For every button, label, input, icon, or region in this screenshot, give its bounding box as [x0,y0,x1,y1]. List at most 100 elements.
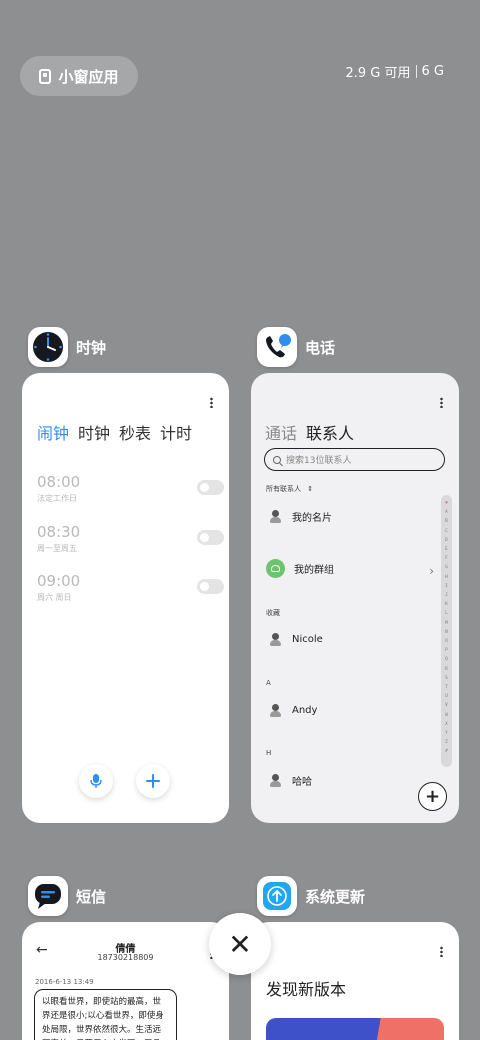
section-header: 收藏 [266,609,280,617]
tab-clock[interactable]: 时钟 [78,420,110,444]
index-letter[interactable]: O [445,636,447,645]
list-item[interactable]: 我的名片 [268,509,332,524]
clock-app-name: 时钟 [76,338,107,357]
index-letter[interactable]: X [445,719,447,728]
clock-card[interactable]: 闹钟 时钟 秒表 计时 08:00 法定工作日 08:30 周一至周五 09:0… [22,373,229,823]
index-letter[interactable]: A [445,507,447,516]
index-letter[interactable]: L [445,608,447,617]
tab-timer[interactable]: 计时 [160,420,192,444]
sms-app-name: 短信 [76,887,107,906]
memory-indicator: 2.9 G 可用 6 G [346,62,445,81]
clock-tabs: 闹钟 时钟 秒表 计时 [37,420,192,444]
search-icon [273,455,281,464]
alarm-time: 08:30 [37,523,81,541]
index-letter[interactable]: ♥ [445,498,447,507]
alarm-item[interactable]: 09:00 周六 周日 [37,572,224,603]
list-item[interactable]: Andy [268,703,317,718]
more-icon[interactable] [440,397,443,408]
add-contact-button[interactable]: + [418,782,447,811]
alarm-time: 08:00 [37,473,81,491]
phone-app-header[interactable]: 电话 [257,327,335,367]
index-letter[interactable]: J [445,590,447,599]
sms-card[interactable]: ← 倩倩 18730218809 2016-6-13 13:49 以眼看世界，即… [22,922,229,1040]
phone-card[interactable]: 通话 联系人 搜索13位联系人 所有联系人 ⇕ 我的名片 我的群组 › 收藏 N… [251,373,459,823]
section-header: H [266,749,272,757]
alarm-repeat: 周六 周日 [37,593,72,602]
tab-calls[interactable]: 通话 [265,420,297,444]
index-letter[interactable]: E [445,544,447,553]
index-letter[interactable]: I [445,581,447,590]
tab-stopwatch[interactable]: 秒表 [119,420,151,444]
index-letter[interactable]: R [445,664,447,673]
tab-contacts[interactable]: 联系人 [306,420,354,444]
alarm-repeat: 法定工作日 [37,494,77,503]
plus-icon: + [424,786,441,807]
index-letter[interactable]: C [445,526,447,535]
alarm-toggle[interactable] [197,579,224,594]
index-letter[interactable]: H [445,572,447,581]
avatar [268,632,283,647]
close-all-button[interactable]: ✕ [209,913,271,975]
alarm-toggle[interactable] [197,530,224,545]
alarm-item[interactable]: 08:30 周一至周五 [37,523,224,554]
conversation-contact-number: 18730218809 [97,953,154,962]
index-letter[interactable]: T [445,682,447,691]
index-letter[interactable]: N [445,627,447,636]
updater-app-header[interactable]: 系统更新 [257,876,365,916]
sms-app-header[interactable]: 短信 [28,876,106,916]
add-alarm-button[interactable] [136,764,170,798]
phone-tabs: 通话 联系人 [265,420,354,444]
search-placeholder: 搜索13位联系人 [286,456,352,466]
section-header: A [266,679,271,687]
all-contacts-filter[interactable]: 所有联系人 ⇕ [266,484,313,494]
divider [415,65,417,78]
list-item[interactable]: 我的群组 [266,559,334,578]
updater-card[interactable]: 发现新版本 [251,922,459,1040]
memory-total: 6 G [421,64,444,79]
tab-alarm[interactable]: 闹钟 [37,420,69,444]
index-letter[interactable]: S [445,673,447,682]
index-letter[interactable]: Z [445,737,447,746]
group-icon [266,559,285,578]
index-letter[interactable]: Y [445,728,447,737]
index-letter[interactable]: U [445,691,447,700]
floating-window-icon [39,68,52,84]
clock-app-icon [28,327,68,367]
phone-app-icon [257,327,297,367]
index-letter[interactable]: M [445,618,447,627]
index-letter[interactable]: # [445,746,447,755]
index-letter[interactable]: V [445,700,447,709]
update-banner-image [266,1018,444,1040]
index-letter[interactable]: F [445,553,447,562]
index-letter[interactable]: G [445,562,447,571]
list-item[interactable]: Nicole [268,632,323,647]
more-icon[interactable] [210,397,213,408]
alarm-time: 09:00 [37,572,81,590]
index-letter[interactable]: D [445,535,447,544]
contact-search-input[interactable]: 搜索13位联系人 [264,448,445,471]
list-item[interactable]: 哈哈 [268,773,312,788]
alarm-repeat: 周一至周五 [37,544,77,553]
sms-app-icon [28,876,68,916]
microphone-icon [90,774,102,788]
sort-icon: ⇕ [307,485,314,493]
alarm-toggle[interactable] [197,480,224,495]
chevron-right-icon: › [429,564,434,578]
index-letter[interactable]: B [445,516,447,525]
clock-app-header[interactable]: 时钟 [28,327,106,367]
index-letter[interactable]: Q [445,654,447,663]
close-icon: ✕ [228,927,252,961]
alphabet-index-bar[interactable]: ♥ A B C D E F G H I J K L M N O P Q R S T U V W X Y Z # [441,495,452,767]
voice-alarm-button[interactable] [79,764,113,798]
floating-window-button[interactable]: 小窗应用 [20,56,138,96]
alarm-item[interactable]: 08:00 法定工作日 [37,473,224,504]
more-icon[interactable] [440,946,443,957]
updater-app-name: 系统更新 [305,887,366,906]
contact-name: 我的名片 [292,513,332,524]
index-letter[interactable]: K [445,599,447,608]
avatar [268,773,283,788]
message-timestamp: 2016-6-13 13:49 [35,978,94,986]
index-letter[interactable]: W [445,710,447,719]
contact-name: 哈哈 [292,777,312,788]
index-letter[interactable]: P [445,645,447,654]
